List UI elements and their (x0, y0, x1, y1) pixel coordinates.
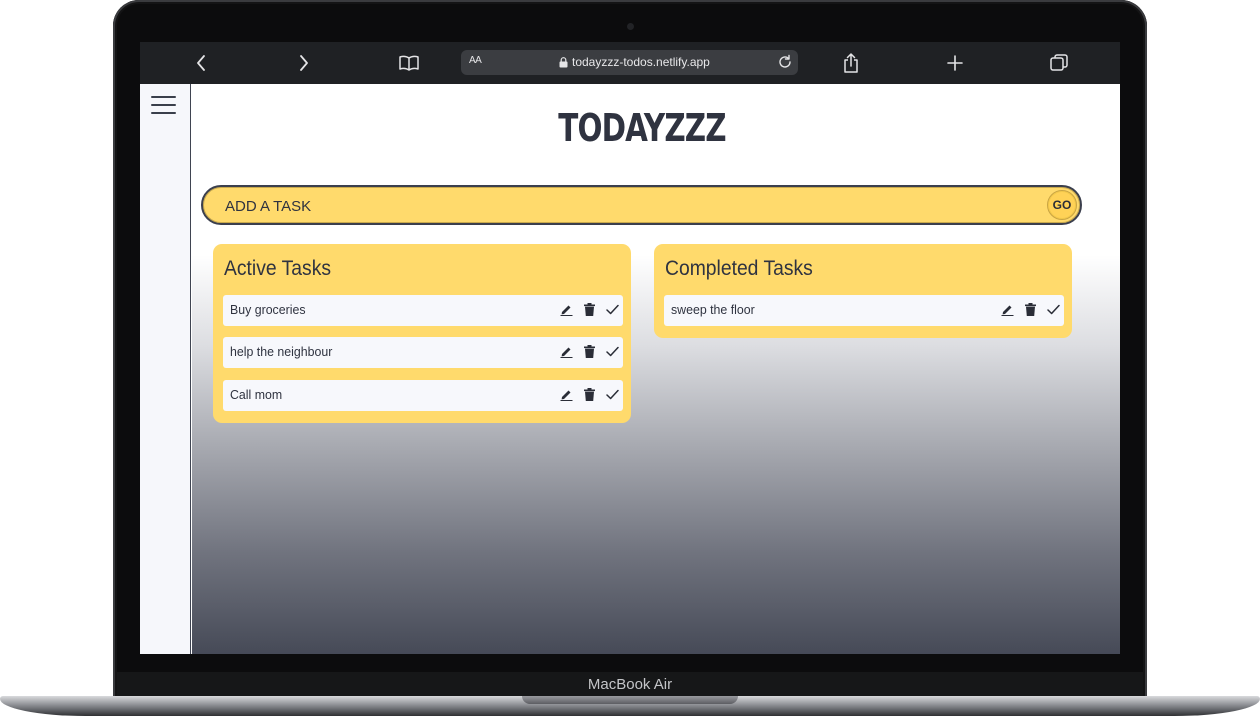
reload-icon[interactable] (777, 54, 793, 70)
browser-toolbar: AA todayzzz-todos.netlify.app (140, 42, 1120, 84)
check-icon[interactable] (605, 343, 619, 359)
task-item: help the neighbour (223, 337, 623, 368)
go-button[interactable]: GO (1047, 190, 1077, 220)
edit-icon[interactable] (559, 343, 573, 359)
delete-icon[interactable] (582, 386, 596, 402)
url-text: todayzzz-todos.netlify.app (572, 55, 710, 69)
edit-icon[interactable] (559, 301, 573, 317)
task-item: Buy groceries (223, 295, 623, 326)
task-text: sweep the floor (671, 302, 755, 317)
add-task-bar: GO (201, 185, 1082, 225)
device-label: MacBook Air (587, 676, 673, 693)
task-item: Call mom (223, 380, 623, 411)
app-title: TODAYZZZ (558, 106, 726, 150)
delete-icon[interactable] (1023, 301, 1037, 317)
text-size-button[interactable]: AA (469, 55, 482, 66)
back-icon[interactable] (190, 42, 212, 84)
check-icon[interactable] (605, 301, 619, 317)
add-task-input[interactable] (225, 195, 1025, 217)
task-text: Call mom (230, 387, 283, 402)
completed-tasks-panel: Completed Tasks sweep the floor (654, 244, 1072, 338)
address-bar[interactable]: AA todayzzz-todos.netlify.app (461, 50, 798, 75)
task-item: sweep the floor (664, 295, 1064, 326)
menu-icon[interactable] (151, 96, 176, 114)
tabs-overview-icon[interactable] (1048, 42, 1070, 84)
task-text: Buy groceries (230, 302, 306, 317)
bookmarks-icon[interactable] (396, 42, 422, 84)
screen: AA todayzzz-todos.netlify.app TODAYZZZ G… (140, 42, 1120, 654)
delete-icon[interactable] (582, 301, 596, 317)
edit-icon[interactable] (1000, 301, 1014, 317)
task-text: help the neighbour (230, 344, 333, 359)
check-icon[interactable] (605, 386, 619, 402)
active-tasks-title: Active Tasks (224, 257, 332, 280)
camera (627, 23, 634, 30)
check-icon[interactable] (1046, 301, 1060, 317)
sidebar (140, 84, 191, 654)
active-tasks-panel: Active Tasks Buy groceries help the neig… (213, 244, 631, 423)
new-tab-icon[interactable] (944, 42, 966, 84)
delete-icon[interactable] (582, 343, 596, 359)
edit-icon[interactable] (559, 386, 573, 402)
laptop-notch (522, 696, 738, 704)
main-content: TODAYZZZ GO Active Tasks Buy groceries h… (192, 84, 1120, 654)
forward-icon[interactable] (293, 42, 315, 84)
share-icon[interactable] (840, 42, 862, 84)
completed-tasks-title: Completed Tasks (665, 257, 813, 280)
lock-icon (559, 57, 568, 68)
